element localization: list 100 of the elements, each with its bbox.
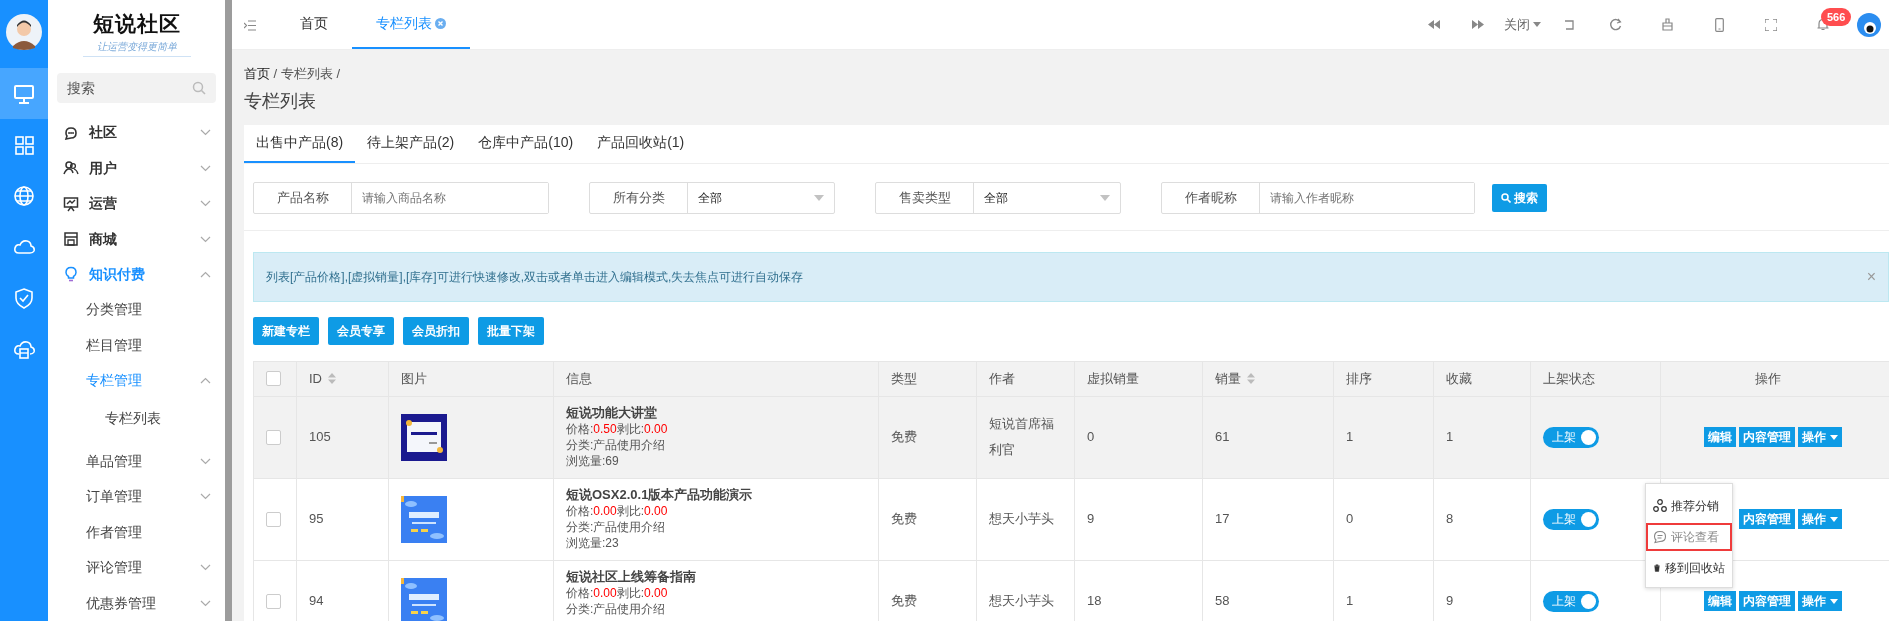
submenu-item[interactable]: 单品管理 bbox=[48, 443, 225, 480]
submenu-item[interactable]: 栏目管理 bbox=[48, 327, 225, 364]
breadcrumb-link[interactable]: 专栏列表 bbox=[280, 66, 333, 81]
table-cell-text: 想天小芋头 bbox=[989, 592, 1054, 610]
table-cell-text: 105 bbox=[309, 428, 331, 447]
caret-icon bbox=[1533, 22, 1541, 27]
close-icon[interactable] bbox=[435, 18, 446, 29]
monitor-icon[interactable] bbox=[13, 82, 35, 105]
chevron-down-icon[interactable] bbox=[200, 200, 211, 208]
checkbox[interactable] bbox=[266, 371, 281, 386]
refresh-icon[interactable] bbox=[1608, 18, 1622, 31]
checkbox[interactable] bbox=[266, 511, 281, 527]
table-cell-text: 18 bbox=[1087, 592, 1102, 611]
presentation-icon bbox=[63, 195, 79, 212]
chat-icon bbox=[63, 124, 79, 141]
price-line: 价格:0.00剥比:0.00 bbox=[566, 503, 669, 519]
chevron-up-icon[interactable] bbox=[200, 271, 211, 278]
views-text: 浏览量:69 bbox=[566, 453, 620, 469]
table-cell-text: 8 bbox=[1446, 510, 1454, 529]
fast-forward-icon[interactable] bbox=[1472, 20, 1484, 29]
column-header: 收藏 bbox=[1446, 369, 1472, 388]
page-title: 专栏列表 bbox=[244, 89, 317, 113]
table-cell-text: 想天小芋头 bbox=[989, 510, 1054, 528]
menu-item[interactable]: 运营 bbox=[48, 185, 225, 222]
checkbox[interactable] bbox=[266, 593, 281, 609]
chevron-down-icon[interactable] bbox=[200, 129, 211, 137]
lightbulb-icon bbox=[63, 266, 79, 283]
close-menu[interactable]: 关闭 bbox=[1496, 14, 1549, 35]
price-line: 价格:0.50剥比:0.00 bbox=[566, 421, 668, 437]
category-text: 分类:产品使用介绍 bbox=[566, 600, 667, 617]
column-header: 图片 bbox=[401, 369, 427, 388]
chevron-down-icon[interactable] bbox=[200, 564, 211, 572]
column-header: 信息 bbox=[566, 369, 592, 388]
chevron-down-icon[interactable] bbox=[200, 235, 211, 243]
column-header: 作者 bbox=[989, 369, 1015, 388]
grid-icon[interactable] bbox=[13, 133, 35, 156]
menu-icon[interactable] bbox=[244, 19, 256, 31]
chevron-down-icon[interactable] bbox=[200, 164, 211, 172]
menu-item[interactable]: 评论查看 bbox=[1646, 522, 1732, 551]
sort-icon[interactable] bbox=[1247, 373, 1255, 384]
tab[interactable]: 首页 bbox=[276, 0, 352, 49]
search-field[interactable]: 搜索 bbox=[57, 73, 216, 104]
table-cell-text: 94 bbox=[309, 592, 324, 611]
return-icon[interactable] bbox=[1564, 19, 1574, 30]
tab[interactable]: 出售中产品(8) bbox=[244, 124, 356, 163]
tab[interactable]: 仓库中产品(10) bbox=[466, 124, 586, 163]
caret-icon bbox=[1830, 516, 1838, 522]
checkbox[interactable] bbox=[266, 429, 281, 445]
rewind-icon[interactable] bbox=[1428, 20, 1440, 29]
submenu-item[interactable]: 评论管理 bbox=[48, 550, 225, 586]
submenu-item[interactable]: 优惠券管理 bbox=[48, 585, 225, 621]
input-field[interactable]: 作者昵称 请输入作者昵称 bbox=[1161, 181, 1475, 214]
menu-item[interactable]: 推荐分销 bbox=[1646, 491, 1732, 520]
breadcrumb-link[interactable]: 首页 bbox=[244, 66, 270, 81]
scrollbar[interactable] bbox=[225, 0, 232, 621]
tab[interactable]: 产品回收站(1) bbox=[585, 124, 697, 163]
caret-icon bbox=[1830, 598, 1838, 604]
submenu-item[interactable]: 作者管理 bbox=[48, 514, 225, 551]
table-cell-text: 17 bbox=[1215, 510, 1230, 529]
table-cell-text: 免费 bbox=[891, 592, 917, 611]
globe-icon[interactable] bbox=[13, 184, 35, 207]
menu-item[interactable]: 商城 bbox=[48, 221, 225, 257]
table-cell-text: 1 bbox=[1346, 592, 1354, 611]
fullscreen-icon[interactable] bbox=[1765, 18, 1777, 31]
store-icon bbox=[63, 231, 79, 248]
table-cell-text: 短说首席福利官 bbox=[989, 415, 1055, 459]
search-icon[interactable] bbox=[192, 81, 206, 96]
comment-icon bbox=[1653, 529, 1667, 544]
chevron-up-icon[interactable] bbox=[200, 377, 211, 385]
chevron-down-icon[interactable] bbox=[200, 458, 211, 466]
table-cell-text: 95 bbox=[309, 510, 324, 529]
user-avatar[interactable] bbox=[1857, 12, 1881, 37]
shield-check-icon[interactable] bbox=[13, 286, 35, 309]
table-cell-text: 9 bbox=[1087, 510, 1095, 529]
logo: 短说社区 bbox=[91, 12, 182, 36]
submenu-item[interactable]: 分类管理 bbox=[48, 292, 225, 328]
submenu-item[interactable]: 订单管理 bbox=[48, 479, 225, 515]
table-cell-text: 58 bbox=[1215, 592, 1230, 611]
table-cell-text: 0 bbox=[1087, 428, 1095, 447]
column-header: 排序 bbox=[1346, 369, 1372, 388]
sort-icon[interactable] bbox=[328, 373, 336, 384]
chevron-down-icon[interactable] bbox=[200, 599, 211, 607]
table-cell-text: 免费 bbox=[891, 428, 917, 447]
table-cell-text: 0 bbox=[1346, 510, 1354, 529]
table-cell-text: 9 bbox=[1446, 592, 1454, 611]
notification-badge: 566 bbox=[1821, 7, 1852, 26]
chevron-down-icon[interactable] bbox=[200, 493, 211, 501]
broom-icon[interactable] bbox=[1660, 18, 1674, 31]
phone-icon[interactable] bbox=[1714, 17, 1724, 32]
menu-item[interactable]: 社区 bbox=[48, 115, 225, 151]
column-header: 上架状态 bbox=[1543, 369, 1595, 388]
menu-item[interactable]: 用户 bbox=[48, 150, 225, 186]
breadcrumb-separator: / bbox=[272, 66, 279, 81]
product-title: 短说OSX2.0.1版本产品功能演示 bbox=[566, 487, 753, 503]
search-icon bbox=[1501, 192, 1511, 203]
input-field[interactable]: 产品名称 请输入商品名称 bbox=[253, 181, 549, 214]
submenu-item[interactable]: 专栏列表 bbox=[48, 398, 225, 438]
menu-item[interactable]: 移到回收站 bbox=[1646, 553, 1732, 582]
table-cell-text: 免费 bbox=[891, 510, 917, 529]
tab[interactable]: 待上架产品(2) bbox=[355, 124, 467, 163]
